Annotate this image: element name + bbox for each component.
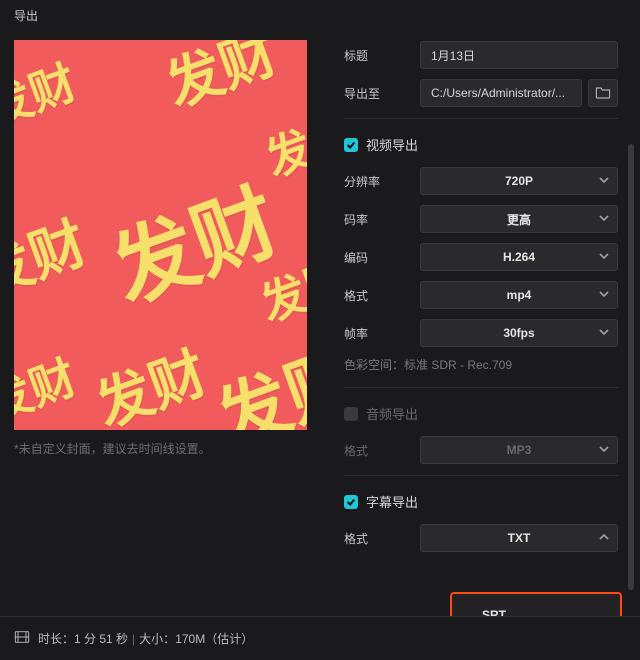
audio-format-select: MP3 — [420, 436, 618, 464]
audio-format-value: MP3 — [507, 443, 532, 457]
subtitle-option-srt[interactable]: SRT — [452, 600, 620, 616]
codec-value: H.264 — [503, 250, 535, 264]
preview-glyph: 发财 — [14, 341, 85, 430]
title-label: 标题 — [344, 47, 420, 64]
option-label: SRT — [482, 608, 506, 616]
subtitle-format-value: TXT — [508, 531, 531, 545]
duration-value: 1 分 51 秒 — [74, 630, 128, 647]
divider — [344, 387, 618, 388]
preview-glyph: 发财 — [14, 46, 85, 139]
export-path-input[interactable]: C:/Users/Administrator/... — [420, 79, 582, 107]
video-format-label: 格式 — [344, 287, 420, 304]
codec-select[interactable]: H.264 — [420, 243, 618, 271]
duration-label: 时长： — [38, 630, 74, 647]
settings-pane: 标题 1月13日 导出至 C:/Users/Administrator/... — [344, 40, 636, 616]
video-export-label: 视频导出 — [366, 135, 418, 154]
preview-glyph: 发财 — [200, 319, 307, 430]
scrollbar[interactable] — [628, 144, 634, 590]
subtitle-format-select[interactable]: TXT — [420, 524, 618, 552]
divider — [344, 118, 618, 119]
subtitle-format-label: 格式 — [344, 530, 420, 547]
video-export-section: 视频导出 — [344, 135, 618, 154]
subtitle-export-section: 字幕导出 — [344, 492, 618, 511]
fps-label: 帧率 — [344, 325, 420, 342]
subtitle-format-dropdown: SRT TXT — [450, 592, 622, 616]
resolution-value: 720P — [505, 174, 533, 188]
video-export-checkbox[interactable] — [344, 138, 358, 152]
titlebar: 导出 — [0, 0, 640, 30]
subtitle-export-label: 字幕导出 — [366, 492, 418, 511]
divider — [344, 475, 618, 476]
bitrate-value: 更高 — [507, 211, 531, 228]
video-format-select[interactable]: mp4 — [420, 281, 618, 309]
chevron-down-icon — [599, 288, 609, 302]
subtitle-export-checkbox[interactable] — [344, 495, 358, 509]
chevron-up-icon — [599, 531, 609, 545]
folder-icon — [595, 85, 611, 102]
check-icon — [346, 140, 356, 150]
chevron-down-icon — [599, 326, 609, 340]
size-suffix: （估计） — [205, 630, 253, 647]
video-format-value: mp4 — [507, 288, 532, 302]
audio-export-label: 音频导出 — [366, 404, 418, 423]
chevron-down-icon — [599, 250, 609, 264]
bitrate-select[interactable]: 更高 — [420, 205, 618, 233]
left-pane: 发财 发财 发财 发财 发财 发财 发财 发财 发财 *未自定义封面，建议去时间… — [14, 40, 324, 616]
export-path-label: 导出至 — [344, 85, 420, 102]
preview-caption: *未自定义封面，建议去时间线设置。 — [14, 440, 324, 457]
size-value: 170M — [175, 632, 205, 646]
chevron-down-icon — [599, 174, 609, 188]
fps-select[interactable]: 30fps — [420, 319, 618, 347]
film-icon — [14, 630, 30, 647]
color-space-info: 色彩空间：标准 SDR - Rec.709 — [344, 356, 618, 373]
preview-glyph: 发财 — [14, 198, 96, 312]
bitrate-label: 码率 — [344, 211, 420, 228]
title-input[interactable]: 1月13日 — [420, 41, 618, 69]
window-title: 导出 — [14, 7, 38, 24]
preview-glyph: 发财 — [84, 328, 217, 430]
resolution-label: 分辨率 — [344, 173, 420, 190]
size-label: 大小： — [139, 630, 175, 647]
chevron-down-icon — [599, 443, 609, 457]
fps-value: 30fps — [503, 326, 534, 340]
title-value: 1月13日 — [431, 47, 475, 64]
check-icon — [346, 497, 356, 507]
preview-thumbnail: 发财 发财 发财 发财 发财 发财 发财 发财 发财 — [14, 40, 307, 430]
footer: 时长： 1 分 51 秒 | 大小： 170M （估计） — [0, 616, 640, 660]
codec-label: 编码 — [344, 249, 420, 266]
chevron-down-icon — [599, 212, 609, 226]
audio-format-label: 格式 — [344, 442, 420, 459]
preview-glyph: 发财 — [255, 96, 307, 189]
preview-glyph: 发财 — [154, 40, 287, 123]
resolution-select[interactable]: 720P — [420, 167, 618, 195]
separator: | — [132, 632, 135, 646]
audio-export-checkbox[interactable] — [344, 407, 358, 421]
export-path-value: C:/Users/Administrator/... — [431, 86, 565, 100]
browse-folder-button[interactable] — [588, 79, 618, 107]
audio-export-section: 音频导出 — [344, 404, 618, 423]
